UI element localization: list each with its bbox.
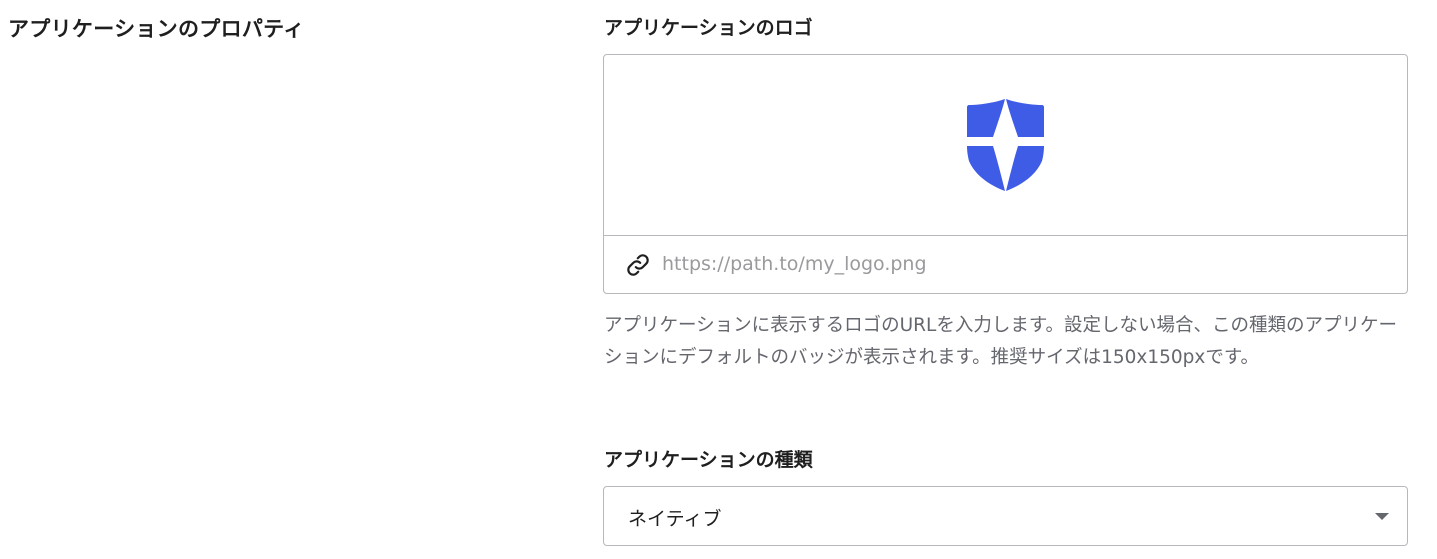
application-type-selected-value: ネイティブ	[628, 508, 722, 530]
application-properties-page: アプリケーションのプロパティ アプリケーションのロゴ アプリケーションに表示する…	[0, 0, 1437, 559]
logo-url-input[interactable]	[662, 246, 1382, 282]
section-title: アプリケーションのプロパティ	[8, 17, 305, 41]
application-type-label: アプリケーションの種類	[604, 449, 813, 471]
link-icon	[627, 254, 649, 276]
logo-field	[603, 54, 1408, 294]
application-type-select[interactable]: ネイティブ	[603, 486, 1408, 546]
caret-down-icon	[1375, 513, 1389, 520]
logo-help-text: アプリケーションに表示するロゴのURLを入力します。設定しない場合、この種類のア…	[604, 315, 1397, 368]
logo-field-label: アプリケーションのロゴ	[604, 17, 813, 39]
logo-url-row	[604, 236, 1407, 293]
logo-preview	[604, 55, 1407, 236]
shield-logo-icon	[967, 99, 1044, 191]
